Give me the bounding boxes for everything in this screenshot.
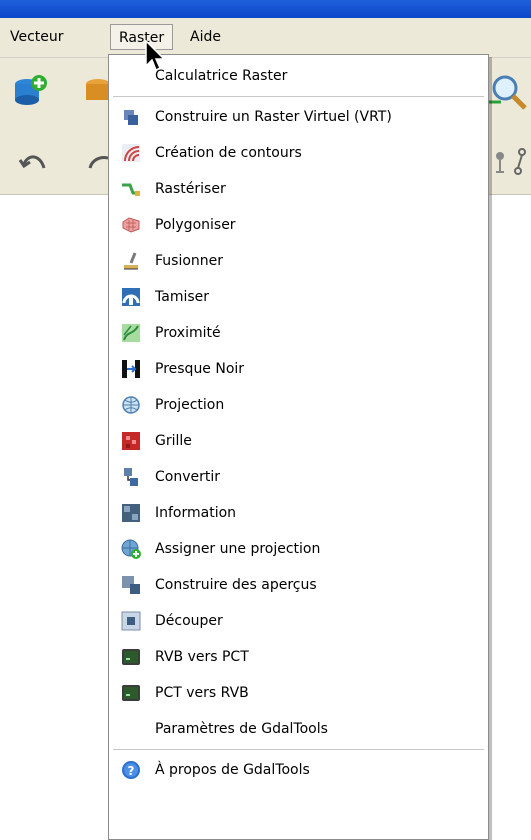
convert-icon — [124, 468, 138, 486]
info-icon — [122, 504, 140, 522]
menu-item-label: Presque Noir — [155, 361, 245, 377]
menu-item-label: Tamiser — [155, 289, 210, 305]
menu-separator — [113, 749, 484, 750]
vrt-icon — [124, 110, 138, 125]
menu-item-label: Rastériser — [155, 181, 226, 197]
raster-dropdown-menu: Calculatrice Raster Construire un Raster… — [108, 54, 489, 840]
menu-item-construire-apercus[interactable]: Construire des aperçus — [109, 567, 488, 603]
nearblack-icon — [122, 360, 140, 378]
menu-item-label: Construire un Raster Virtuel (VRT) — [155, 109, 392, 125]
menubar: Vecteur Raster Aide — [0, 18, 531, 58]
mouse-cursor-icon — [145, 40, 166, 72]
menu-item-fusionner[interactable]: Fusionner — [109, 243, 488, 279]
menu-item-label: À propos de GdalTools — [155, 762, 310, 778]
menu-item-a-propos-gdaltools[interactable]: ? À propos de GdalTools — [109, 752, 488, 788]
menu-item-decouper[interactable]: Découper — [109, 603, 488, 639]
undo-icon[interactable] — [18, 146, 50, 178]
menu-item-label: Information — [155, 505, 237, 521]
menu-item-label: Projection — [155, 397, 225, 413]
menu-item-label: Proximité — [155, 325, 221, 341]
window-titlebar — [0, 0, 531, 18]
zoom-icon[interactable] — [489, 72, 529, 112]
grid-icon — [122, 432, 140, 450]
clip-icon — [121, 611, 141, 631]
redo-icon[interactable] — [86, 146, 108, 178]
polygonize-icon — [122, 217, 140, 233]
menu-item-label: Calculatrice Raster — [155, 68, 288, 84]
pin-icon[interactable] — [490, 148, 510, 180]
about-icon: ? — [122, 761, 140, 779]
node-tool-icon[interactable] — [514, 146, 531, 178]
sieve-icon — [122, 288, 140, 306]
menu-item-information[interactable]: Information — [109, 495, 488, 531]
pct-to-rgb-icon — [122, 685, 140, 701]
menu-vecteur[interactable]: Vecteur — [2, 24, 72, 50]
menu-item-label: Paramètres de GdalTools — [155, 721, 328, 737]
menu-item-label: RVB vers PCT — [155, 649, 249, 665]
menu-item-projection[interactable]: Projection — [109, 387, 488, 423]
menu-aide[interactable]: Aide — [182, 24, 229, 50]
overviews-icon — [122, 576, 140, 594]
assign-projection-icon — [121, 539, 141, 559]
menu-item-presque-noir[interactable]: Presque Noir — [109, 351, 488, 387]
menu-item-grille[interactable]: Grille — [109, 423, 488, 459]
menu-item-label: Fusionner — [155, 253, 224, 269]
projection-icon — [122, 396, 140, 414]
menu-item-pct-vers-rvb[interactable]: PCT vers RVB — [109, 675, 488, 711]
menu-item-rvb-vers-pct[interactable]: RVB vers PCT — [109, 639, 488, 675]
menu-item-assigner-projection[interactable]: Assigner une projection — [109, 531, 488, 567]
menu-item-tamiser[interactable]: Tamiser — [109, 279, 488, 315]
menu-item-polygoniser[interactable]: Polygoniser — [109, 207, 488, 243]
menu-item-proximite[interactable]: Proximité — [109, 315, 488, 351]
menu-item-label: Construire des aperçus — [155, 577, 317, 593]
svg-text:?: ? — [128, 764, 135, 778]
menu-item-rasteriser[interactable]: Rastériser — [109, 171, 488, 207]
contour-icon — [122, 144, 140, 162]
menu-item-label: Grille — [155, 433, 192, 449]
menu-separator — [113, 96, 484, 97]
menu-item-label: Création de contours — [155, 145, 302, 161]
add-vector-layer-icon[interactable] — [84, 74, 108, 110]
merge-icon — [124, 252, 138, 270]
rasterize-icon — [122, 183, 140, 196]
menu-item-parametres-gdaltools[interactable]: Paramètres de GdalTools — [109, 711, 488, 747]
menu-item-label: Polygoniser — [155, 217, 236, 233]
menu-item-creation-contours[interactable]: Création de contours — [109, 135, 488, 171]
menu-item-convertir[interactable]: Convertir — [109, 459, 488, 495]
rgb-to-pct-icon — [122, 649, 140, 665]
menu-item-label: Assigner une projection — [155, 541, 321, 557]
menu-item-label: Convertir — [155, 469, 221, 485]
menu-item-label: Découper — [155, 613, 223, 629]
menu-item-construire-vrt[interactable]: Construire un Raster Virtuel (VRT) — [109, 99, 488, 135]
menu-item-label: PCT vers RVB — [155, 685, 249, 701]
proximity-icon — [122, 324, 140, 342]
add-raster-layer-icon[interactable] — [12, 74, 48, 110]
